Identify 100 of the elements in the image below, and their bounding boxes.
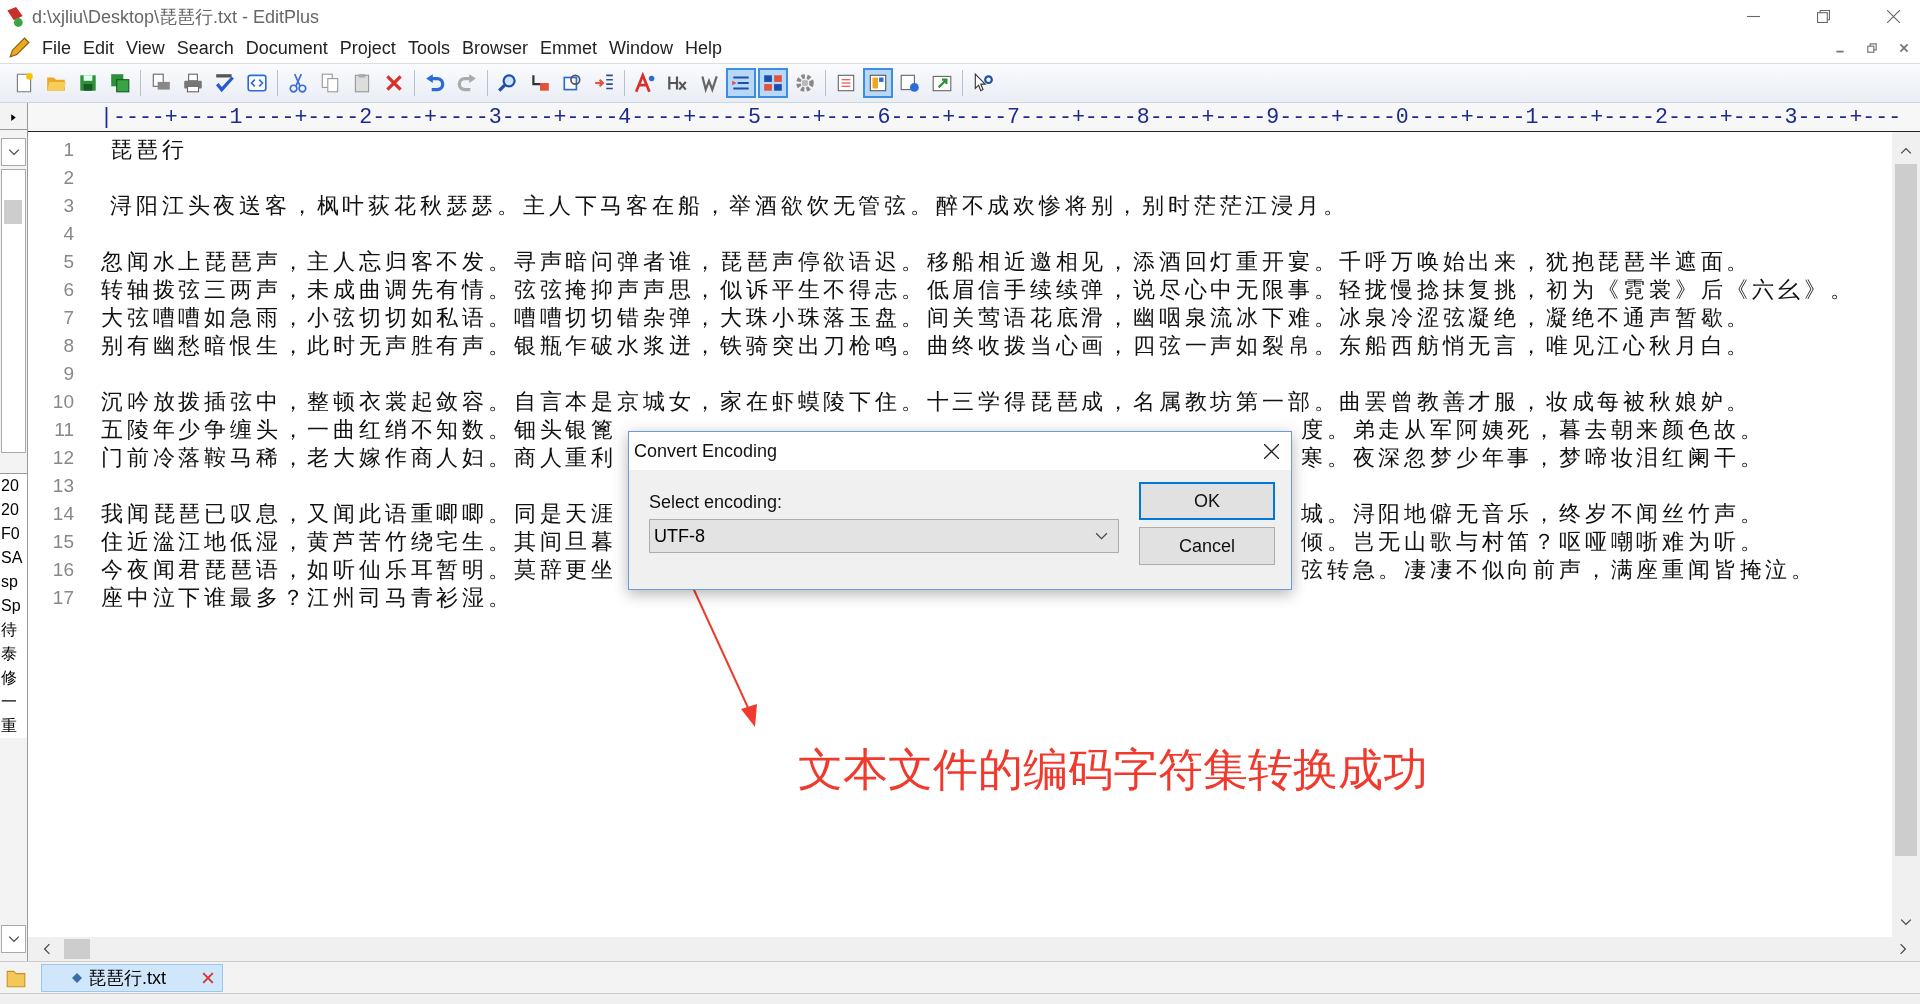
text-line: 浔阳江头夜送客，枫叶荻花秋瑟瑟。主人下马客在船，举酒欲饮无管弦。醉不成欢惨将别，别时茫茫江浸月。 [109,192,1349,220]
save-all-icon [109,72,131,94]
text-line: 城。浔阳地僻无音乐，终岁不闻丝竹声。 [1301,500,1766,528]
scroll-left-icon[interactable] [42,943,52,955]
window-title: d:\xjliu\Desktop\琵琶行.txt - EditPlus [32,5,320,29]
menu-item[interactable]: Help [680,37,730,59]
cancel-button[interactable]: Cancel [1139,527,1275,565]
text-line: 忽闻水上琵琶声，主人忘归客不发。寻声暗问弹者谁，琵琶声停欲语迟。移船相近邀相见，添酒回灯重开宴。千呼万唤始出来，犹抱琵琶半遮面。 [101,248,1753,276]
file-tab[interactable]: 琵琶行.txt [41,963,223,992]
menu-item[interactable]: Window [604,37,681,59]
line-number: 11 [53,419,74,441]
text-line: 今夜闻君琵琶语，如听仙乐耳暂明。莫辞更坐 [101,557,617,582]
menu-item[interactable]: Search [172,37,242,59]
text-line: 度。弟走从军阿姨死，暮去朝来颜色故。 [1301,416,1766,444]
dialog-title: Convert Encoding [634,440,778,462]
delete-icon [383,72,405,94]
file-list-item[interactable]: 修 [0,666,27,690]
menu-item[interactable]: Browser [457,37,536,59]
panel-button[interactable] [863,68,893,98]
line-number: 4 [62,223,74,245]
restore-icon[interactable] [1817,10,1830,23]
column-icon [762,72,784,94]
scroll-right-icon[interactable] [1898,943,1908,955]
menu-item[interactable]: Tools [403,37,458,59]
file-list-item[interactable]: 20 [0,498,27,522]
file-list-item[interactable]: 一 [0,690,27,714]
line-number: 6 [62,279,74,301]
scroll-down-icon[interactable] [1900,917,1912,927]
file-list-item[interactable]: 待 [0,618,27,642]
file-list-item[interactable]: 泰 [0,642,27,666]
dropdown-button[interactable] [1,138,26,166]
menu-item[interactable]: Project [335,37,404,59]
dropdown-button[interactable] [1,925,26,953]
text-line: 弦转急。凄凄不似向前声，满座重闻皆掩泣。 [1301,556,1817,584]
text-line: 别有幽愁暗恨生，此时无声胜有声。银瓶乍破水浆迸，铁骑突出刀枪鸣。曲终收拨当心画，四弦一声如裂帛。东船西舫悄无言，唯见江心秋月白。 [101,332,1753,360]
horizontal-scrollbar[interactable] [28,937,1920,961]
menu-item[interactable]: Document [241,37,336,59]
line-number: 1 [62,139,74,161]
file-list-item[interactable]: Sp [0,594,27,618]
chevron-down-icon [7,934,20,944]
menu-item[interactable]: View [122,37,173,59]
font-size-icon [634,72,656,94]
scrollbar-thumb[interactable] [1895,164,1917,856]
word-wrap-button[interactable] [726,68,756,98]
scroll-up-icon[interactable] [1900,146,1912,156]
list-icon [835,72,857,94]
line-number: 13 [51,475,74,497]
pencil-icon [8,37,30,59]
text-line: 座中泣下谁最多？江州司马青衫湿。 [101,584,514,612]
help-icon [972,72,994,94]
annotation-text: 文本文件的编码字符集转换成功 [798,742,1428,798]
ruler: |----+----1----+----2----+----3----+----4----+----5----+----6----+----7----+----8----+----9----+----0----+----1----+----2----+----3----+--- [100,104,1902,130]
diamond-icon [72,972,82,983]
text-line: 门前冷落鞍马稀，老大嫁作商人妇。商人重利 [101,445,617,470]
file-list-item[interactable]: F0 [0,522,27,546]
text-line: 寒。夜深忽梦少年事，梦啼妆泪红阑干。 [1301,444,1766,472]
menu-item[interactable]: Edit [79,37,123,59]
line-number: 12 [51,447,74,469]
encoding-dropdown[interactable]: UTF-8 [649,519,1119,553]
undo-icon [424,72,446,94]
menu-item[interactable]: Emmet [535,37,605,59]
copy-icon [319,72,341,94]
window-icon [899,72,921,94]
search-icon [497,72,519,94]
ok-button[interactable]: OK [1139,482,1275,520]
line-number: 16 [51,559,74,581]
line-number: 3 [62,195,74,217]
settings-icon [794,72,816,94]
file-list-item[interactable]: 重 [0,714,27,738]
chevron-down-icon [7,147,20,157]
field-label: Select encoding: [649,492,784,513]
triangle-icon [9,112,18,122]
redo-icon [456,72,478,94]
text-line: 琵琶行 [109,136,188,164]
text-line: 五陵年少争缠头，一曲红绡不知数。钿头银篦 [101,417,617,442]
app-icon [4,5,26,28]
text-line: 大弦嘈嘈如急雨，小弦切切如私语。嘈嘈切切错杂弹，大珠小珠落玉盘。间关莺语花底滑，幽咽泉流冰下难。冰泉冷涩弦凝绝，凝绝不通声暂歇。 [101,304,1753,332]
file-list-item[interactable]: sp [0,570,27,594]
line-number: 2 [62,167,74,189]
scrollbar-thumb[interactable] [64,939,90,959]
text-line: 转轴拨弦三两声，未成曲调先有情。弦弦掩抑声声思，似诉平生不得志。低眉信手续续弹，说尽心中无限事。轻拢慢捻抹复挑，初为《霓裳》后《六幺》。 [101,276,1856,304]
text-line: 沉吟放拨插弦中，整顿衣裳起敛容。自言本是京城女，家在虾蟆陵下住。十三学得琵琶成，名属教坊第一部。曲罢曾教善才服，妆成每被秋娘妒。 [101,388,1753,416]
line-number: 7 [62,307,74,329]
spell-check-icon [214,72,236,94]
file-list-item[interactable]: SA [0,546,27,570]
column-button[interactable] [758,68,788,98]
text-line: 我闻琵琶已叹息，又闻此语重唧唧。同是天涯 [101,501,617,526]
line-number: 14 [51,503,74,525]
line-number: 15 [51,531,74,553]
vertical-scrollbar[interactable] [1892,132,1920,937]
restore-icon[interactable] [1866,42,1878,54]
save-icon [77,72,99,94]
close-icon[interactable] [1264,443,1279,459]
scrollbar-thumb[interactable] [4,200,22,224]
text-line: 住近湓江地低湿，黄芦苦竹绕宅生。其间旦暮 [101,529,617,554]
file-list-item[interactable]: 20 [0,474,27,498]
menu-item[interactable]: File [38,37,79,59]
line-number: 17 [51,587,74,609]
panel-icon [867,72,889,94]
text-line: 倾。岂无山歌与村笛？呕哑嘲哳难为听。 [1301,528,1766,556]
